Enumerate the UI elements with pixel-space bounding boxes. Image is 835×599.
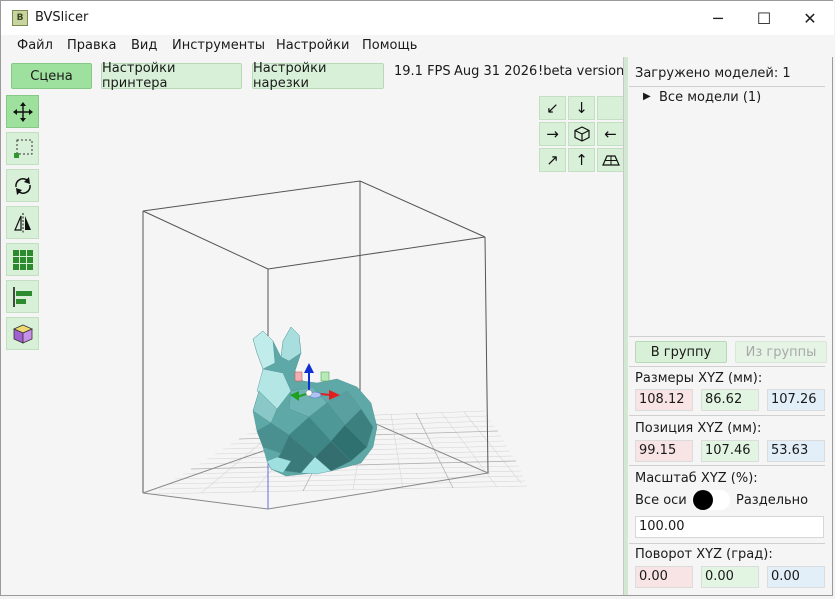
minimize-icon: ─ [713, 8, 723, 28]
3d-viewport[interactable] [1, 91, 623, 595]
scene-render [142, 180, 528, 510]
view-front-left-button[interactable]: ↙ [539, 96, 566, 120]
separator [629, 86, 825, 87]
tab-slicing-settings[interactable]: Настройки нарезки [252, 61, 384, 91]
arrange-tool[interactable] [6, 243, 39, 276]
rotation-y-field[interactable]: 0.00 [701, 566, 759, 588]
view-blank-button[interactable] [597, 96, 624, 120]
loaded-models-count: Загружено моделей: 1 [635, 66, 791, 81]
build-date: Aug 31 2026 [454, 64, 538, 79]
menu-file[interactable]: Файл [17, 38, 53, 53]
arrow-down-icon: ↓ [575, 99, 588, 117]
position-y-field[interactable]: 107.46 [701, 440, 759, 462]
tab-printer-settings[interactable]: Настройки принтера [101, 61, 242, 91]
move-icon [12, 101, 33, 122]
app-icon: B [12, 10, 28, 26]
close-button[interactable]: ✕ [787, 1, 833, 35]
cube-icon [12, 324, 33, 344]
tree-all-models[interactable]: Все модели (1) [659, 90, 761, 105]
size-label: Размеры XYZ (мм): [635, 371, 763, 386]
mirror-icon [13, 212, 31, 233]
cube-outline-icon [573, 126, 590, 142]
arrow-up-icon: ↑ [575, 151, 588, 169]
ungroup-button[interactable]: Из группы [735, 341, 827, 363]
menu-tools[interactable]: Инструменты [172, 38, 265, 53]
menu-view[interactable]: Вид [131, 38, 157, 53]
separator [629, 465, 825, 466]
bunny-model [252, 326, 378, 477]
title-bar: B BVSlicer ─ ☐ ✕ [1, 1, 834, 35]
rotation-x-field[interactable]: 0.00 [635, 566, 693, 588]
toggle-knob [693, 490, 713, 510]
separator [629, 415, 825, 416]
separator [629, 543, 825, 544]
separator [629, 366, 825, 367]
menu-bar: Файл Правка Вид Инструменты Настройки По… [1, 35, 834, 57]
align-tool[interactable] [6, 280, 39, 313]
app-window: B BVSlicer ─ ☐ ✕ Файл Правка Вид Инструм… [0, 0, 834, 596]
position-label: Позиция XYZ (мм): [635, 421, 762, 436]
size-z-field[interactable]: 107.26 [767, 389, 825, 411]
object-tool[interactable] [6, 317, 39, 350]
size-y-field[interactable]: 86.62 [701, 389, 759, 411]
position-z-field[interactable]: 53.63 [767, 440, 825, 462]
maximize-button[interactable]: ☐ [741, 1, 787, 35]
view-bed-button[interactable] [597, 148, 624, 172]
scale-separate-label: Раздельно [736, 493, 809, 508]
position-x-field[interactable]: 99.15 [635, 440, 693, 462]
tab-scene[interactable]: Сцена [11, 63, 92, 89]
minimize-button[interactable]: ─ [695, 1, 741, 35]
bed-plane-icon [601, 155, 620, 166]
panel-splitter[interactable] [623, 57, 628, 595]
scale-input[interactable]: 100.00 [635, 516, 824, 538]
fps-readout: 19.1 FPS [394, 64, 451, 79]
view-right-button[interactable]: ← [597, 122, 624, 146]
rotate-icon [14, 176, 31, 195]
close-icon: ✕ [803, 8, 817, 28]
separator [629, 336, 825, 337]
view-bottom-button[interactable]: ↑ [568, 148, 595, 172]
arrow-left-icon: ← [604, 125, 617, 143]
menu-help[interactable]: Помощь [362, 38, 417, 53]
rotation-z-field[interactable]: 0.00 [767, 566, 825, 588]
align-icon [12, 286, 32, 307]
view-top-button[interactable]: ↓ [568, 96, 595, 120]
arrow-down-left-icon: ↙ [546, 99, 559, 117]
scale-label: Масштаб XYZ (%): [635, 471, 758, 486]
menu-settings[interactable]: Настройки [276, 38, 349, 53]
scale-mode-toggle[interactable] [692, 490, 730, 510]
select-icon [13, 139, 32, 158]
rotation-label: Поворот XYZ (град): [635, 547, 773, 562]
view-iso-button[interactable] [568, 122, 595, 146]
arrow-up-right-icon: ↗ [546, 151, 559, 169]
arrange-grid-icon [12, 249, 33, 270]
expand-arrow-icon[interactable]: ▶ [643, 91, 651, 102]
arrow-right-icon: → [546, 125, 559, 143]
view-left-button[interactable]: → [539, 122, 566, 146]
version-label: !beta version! [538, 64, 630, 79]
group-button[interactable]: В группу [635, 341, 727, 363]
move-tool[interactable] [6, 95, 39, 128]
window-title: BVSlicer [35, 10, 89, 25]
rotate-tool[interactable] [6, 169, 39, 202]
maximize-icon: ☐ [756, 8, 772, 28]
view-back-right-button[interactable]: ↗ [539, 148, 566, 172]
size-x-field[interactable]: 108.12 [635, 389, 693, 411]
mirror-tool[interactable] [6, 206, 39, 239]
scale-all-axes-label: Все оси [635, 493, 687, 508]
menu-edit[interactable]: Правка [67, 38, 116, 53]
select-tool[interactable] [6, 132, 39, 165]
